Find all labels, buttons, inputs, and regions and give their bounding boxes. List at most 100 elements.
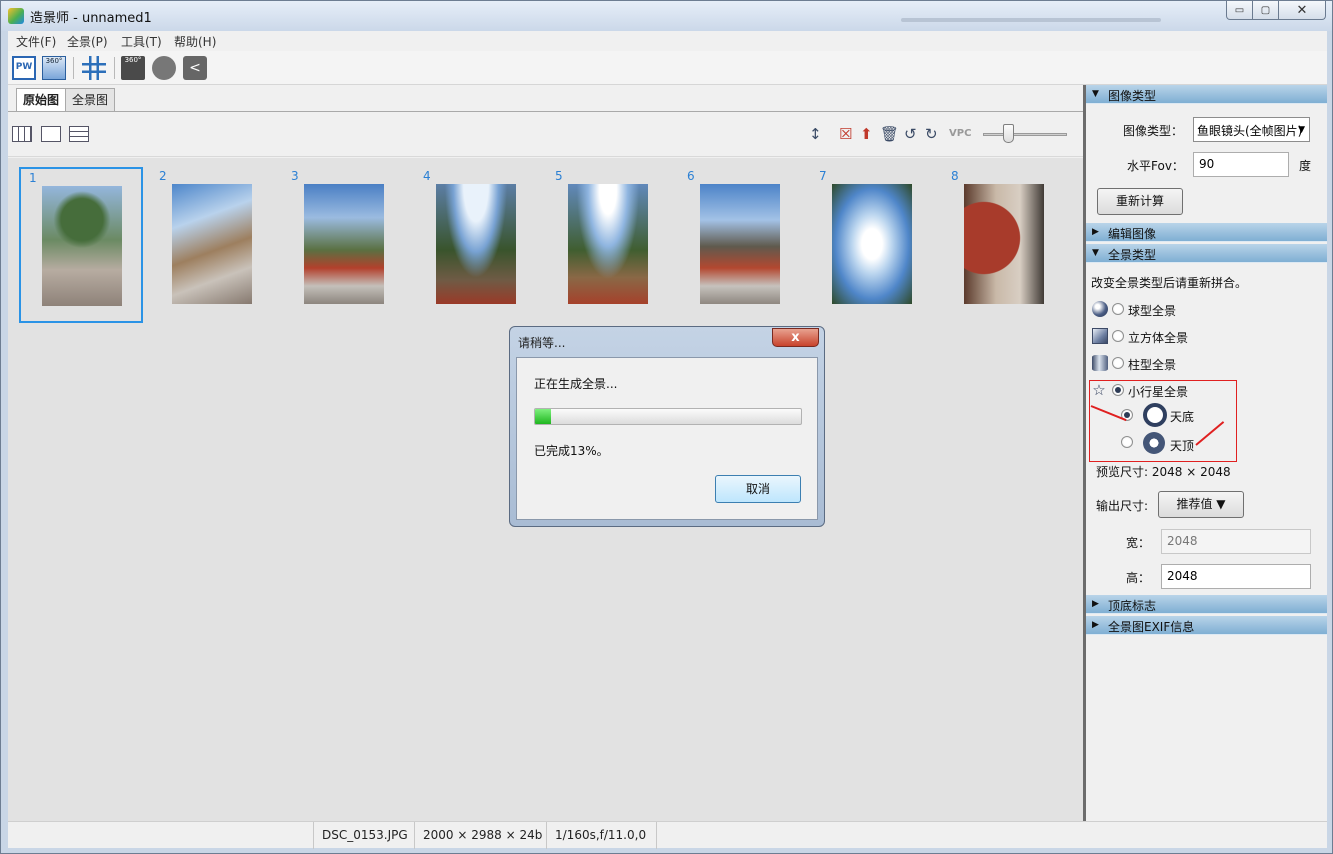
thumbnail-image xyxy=(42,186,122,306)
thumbnail-number: 5 xyxy=(555,169,563,183)
dialog-message: 正在生成全景... xyxy=(534,377,618,391)
dialog-body: 正在生成全景... 已完成13%。 取消 xyxy=(516,357,818,520)
view-list-icon[interactable] xyxy=(69,126,89,142)
minimize-button[interactable]: ▭ xyxy=(1226,1,1253,20)
vpc-label: VPC xyxy=(949,128,972,139)
cylinder-label: 柱型全景 xyxy=(1128,358,1177,372)
menu-bar: 文件(F) 全景(P) 工具(T) 帮助(H) xyxy=(8,31,1327,51)
progress-fill xyxy=(535,409,551,424)
thumbnail-number: 1 xyxy=(29,171,37,185)
progress-dialog: 请稍等... x 正在生成全景... 已完成13%。 取消 xyxy=(509,326,825,527)
menu-tools[interactable]: 工具(T) xyxy=(121,33,162,50)
stitch-grid-icon[interactable] xyxy=(82,56,106,80)
rotate-left-icon[interactable]: ↺ xyxy=(904,125,917,143)
sphere-icon xyxy=(1092,301,1108,317)
expanded-arrow-icon: ▼ xyxy=(1092,89,1099,99)
sort-icon[interactable]: ↕ xyxy=(809,125,822,143)
sphere-label: 球型全景 xyxy=(1128,304,1177,318)
menu-panorama[interactable]: 全景(P) xyxy=(67,33,108,50)
width-label: 宽： xyxy=(1126,536,1151,550)
dialog-close-button[interactable]: x xyxy=(772,328,819,347)
width-input[interactable]: 2048 xyxy=(1161,529,1311,554)
expanded-arrow-icon: ▼ xyxy=(1092,248,1099,258)
thumbnail-6[interactable]: 6 xyxy=(679,167,803,323)
radio-cylinder[interactable] xyxy=(1112,357,1124,369)
collapsed-arrow-icon: ▶ xyxy=(1092,227,1099,237)
radio-cube[interactable] xyxy=(1112,330,1124,342)
pano-type-hint: 改变全景类型后请重新拼合。 xyxy=(1091,276,1248,290)
view-large-icon[interactable] xyxy=(41,126,61,142)
maximize-button[interactable]: ▢ xyxy=(1253,1,1279,20)
pw-icon[interactable]: PW xyxy=(12,56,36,80)
status-dimensions: 2000 × 2988 × 24b xyxy=(414,822,550,849)
slider-thumb[interactable] xyxy=(1003,124,1014,143)
section-exif[interactable]: ▶ 全景图EXIF信息 xyxy=(1086,616,1327,635)
section-nadir-zenith-logo[interactable]: ▶ 顶底标志 xyxy=(1086,595,1327,614)
title-decoration xyxy=(901,18,1161,22)
highlight-box xyxy=(1089,380,1237,462)
thumbnail-1[interactable]: 1 xyxy=(19,167,143,323)
menu-file[interactable]: 文件(F) xyxy=(16,33,56,50)
height-input[interactable]: 2048 xyxy=(1161,564,1311,589)
tab-source-images[interactable]: 原始图 xyxy=(16,88,67,113)
window-controls: ▭ ▢ ✕ xyxy=(1226,1,1326,21)
section-label: 全景图EXIF信息 xyxy=(1108,620,1195,634)
thumbnail-image xyxy=(304,184,384,304)
thumbnail-number: 2 xyxy=(159,169,167,183)
recalculate-button[interactable]: 重新计算 xyxy=(1097,188,1183,215)
toolbar-separator xyxy=(114,57,115,79)
thumbnail-7[interactable]: 7 xyxy=(811,167,935,323)
section-image-type[interactable]: ▼ 图像类型 xyxy=(1086,85,1327,104)
section-edit-image[interactable]: ▶ 编辑图像 xyxy=(1086,223,1327,242)
image-type-value: 鱼眼镜头(全帧图片) xyxy=(1197,124,1303,138)
share-icon[interactable]: < xyxy=(183,56,207,80)
progress-bar xyxy=(534,408,802,425)
thumbnail-number: 4 xyxy=(423,169,431,183)
vr-360-icon[interactable]: 360° xyxy=(42,56,66,80)
progress-text: 已完成13%。 xyxy=(534,444,609,458)
thumbnail-2[interactable]: 2 xyxy=(151,167,275,323)
thumbnail-8[interactable]: 8 xyxy=(943,167,1067,323)
close-button[interactable]: ✕ xyxy=(1279,1,1326,20)
cube-label: 立方体全景 xyxy=(1128,331,1189,345)
thumbnail-3[interactable]: 3 xyxy=(283,167,407,323)
add-image-icon[interactable]: ⬆ xyxy=(860,125,873,143)
thumbnail-image xyxy=(172,184,252,304)
title-bar[interactable]: 造景师 - unnamed1 ▭ ▢ ✕ xyxy=(1,1,1332,31)
collapsed-arrow-icon: ▶ xyxy=(1092,599,1099,609)
fov-label: 水平Fov： xyxy=(1127,159,1184,173)
thumbnail-image xyxy=(700,184,780,304)
thumbnail-image xyxy=(568,184,648,304)
section-label: 全景类型 xyxy=(1108,248,1157,262)
view-grid-icon[interactable] xyxy=(12,126,32,142)
thumbnail-image xyxy=(964,184,1044,304)
preview-size: 预览尺寸: 2048 × 2048 xyxy=(1096,465,1231,479)
publish-icon[interactable] xyxy=(152,56,176,80)
image-toolbar: ↕ ☒ ⬆ 🗑 ↺ ↻ VPC xyxy=(8,112,1083,157)
rotate-right-icon[interactable]: ↻ xyxy=(925,125,938,143)
thumbnail-size-slider[interactable] xyxy=(983,133,1067,136)
section-label: 顶底标志 xyxy=(1108,599,1157,613)
fov-input[interactable]: 90 xyxy=(1193,152,1289,177)
thumbnail-4[interactable]: 4 xyxy=(415,167,539,323)
cancel-button[interactable]: 取消 xyxy=(715,475,801,503)
view-tabs: 原始图 全景图 xyxy=(16,88,116,113)
image-type-select[interactable]: 鱼眼镜头(全帧图片) ▼ xyxy=(1193,117,1310,142)
section-panorama-type[interactable]: ▼ 全景类型 xyxy=(1086,244,1327,263)
tab-panorama[interactable]: 全景图 xyxy=(65,88,116,111)
radio-sphere[interactable] xyxy=(1112,303,1124,315)
fov-unit: 度 xyxy=(1299,159,1312,173)
remove-image-icon[interactable]: ☒ xyxy=(839,125,852,143)
collapsed-arrow-icon: ▶ xyxy=(1092,620,1099,630)
toolbar-separator xyxy=(73,57,74,79)
app-icon[interactable] xyxy=(8,8,24,24)
thumbnail-5[interactable]: 5 xyxy=(547,167,671,323)
save-panorama-icon[interactable]: 360° xyxy=(121,56,145,80)
trash-icon[interactable]: 🗑 xyxy=(880,125,899,143)
section-label: 图像类型 xyxy=(1108,89,1157,103)
height-label: 高： xyxy=(1126,571,1151,585)
menu-help[interactable]: 帮助(H) xyxy=(174,33,216,50)
cylinder-icon xyxy=(1092,355,1108,371)
app-window: 造景师 - unnamed1 ▭ ▢ ✕ 文件(F) 全景(P) 工具(T) 帮… xyxy=(0,0,1333,854)
recommended-size-button[interactable]: 推荐值 ▼ xyxy=(1158,491,1244,518)
